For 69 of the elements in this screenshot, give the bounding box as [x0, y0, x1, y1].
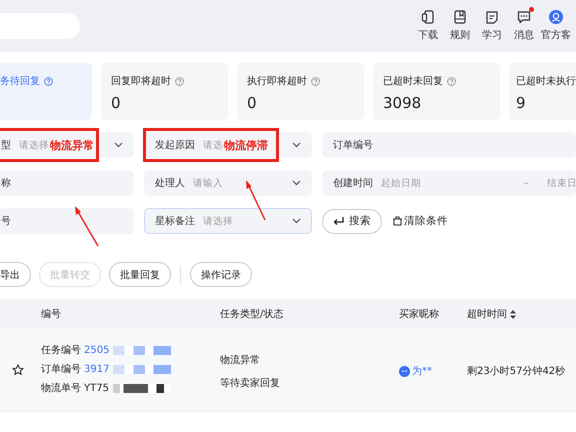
id-label: 物流单号 — [41, 382, 81, 395]
document-icon[interactable] — [485, 10, 499, 24]
search-button[interactable]: 搜索 — [322, 208, 382, 234]
stat-value: 0 — [111, 94, 122, 112]
star-icon[interactable] — [12, 364, 24, 376]
input-field[interactable]: 号 — [0, 208, 134, 234]
id-label: 订单编号 — [41, 362, 81, 376]
column-header: 编号 — [41, 308, 61, 321]
stat-card[interactable]: 回复即将超时 0 — [101, 63, 228, 120]
help-icon[interactable] — [311, 76, 320, 86]
buyer-name[interactable]: 为** — [412, 364, 432, 378]
nav-label[interactable]: 学习 — [482, 28, 502, 42]
book-icon[interactable] — [453, 10, 467, 24]
task-status: 等待卖家回复 — [220, 376, 280, 390]
stat-value: 0 — [247, 94, 258, 112]
chevron-down-icon[interactable] — [114, 142, 123, 148]
stat-label: 已超时未回复 — [383, 74, 443, 88]
action-button[interactable]: 批量回复 — [109, 262, 171, 287]
chat-icon[interactable] — [517, 10, 531, 24]
enter-icon — [333, 217, 344, 225]
support-agent-icon[interactable] — [549, 10, 563, 24]
stat-card[interactable]: 执行即将超时 0 — [237, 63, 364, 120]
stat-label: 执行即将超时 — [247, 74, 307, 88]
stat-label: 回复即将超时 — [111, 74, 171, 88]
action-button[interactable]: 操作记录 — [190, 262, 252, 287]
chevron-down-icon[interactable] — [292, 218, 301, 224]
date-range-field[interactable]: 创建时间 起始日期 – 结束日 — [322, 170, 576, 196]
redaction-blur — [112, 384, 171, 392]
trash-icon — [393, 216, 402, 226]
annotation-label: 物流停滞 — [224, 138, 268, 152]
nav-label[interactable]: 规则 — [450, 28, 470, 42]
annotation-arrow — [246, 180, 266, 220]
column-header: 超时时间 — [467, 307, 516, 321]
input-field[interactable]: 订单编号 — [322, 132, 576, 158]
task-type: 物流异常 — [220, 354, 261, 367]
chevron-down-icon[interactable] — [292, 142, 301, 148]
clear-button[interactable]: 清除条件 — [393, 214, 448, 228]
chevron-down-icon[interactable] — [292, 180, 301, 186]
select-field[interactable]: 处理人 请输入 — [144, 170, 312, 196]
id-link[interactable]: 2505 — [84, 344, 110, 356]
nav-label[interactable]: 消息 — [514, 28, 534, 42]
nav-label[interactable]: 下载 — [418, 28, 438, 42]
avatar-icon — [399, 366, 410, 376]
sort-icon[interactable] — [510, 310, 516, 318]
stat-card[interactable]: 已超时未回复 3098 — [373, 63, 500, 120]
input-field[interactable]: 称 — [0, 170, 134, 196]
redaction-blur — [113, 346, 172, 354]
help-icon[interactable] — [447, 76, 456, 86]
stat-card[interactable]: 务待回复 — [0, 63, 92, 120]
redaction-blur — [113, 364, 172, 374]
stat-label: 务待回复 — [0, 74, 40, 88]
stat-card[interactable]: 已超时未执行 9 — [509, 63, 576, 120]
column-header: 买家昵称 — [399, 308, 439, 321]
annotation-arrow — [75, 206, 99, 246]
stat-label: 已超时未执行 — [516, 74, 576, 88]
nav-label[interactable]: 官方客 — [541, 28, 571, 42]
timeout-text: 剩23小时57分钟42秒 — [467, 364, 566, 378]
column-header: 任务类型/状态 — [220, 308, 284, 321]
select-field[interactable]: 星标备注 请选择 — [144, 208, 312, 234]
stat-value: 3098 — [383, 94, 422, 112]
phone-icon[interactable] — [421, 10, 435, 24]
annotation-label: 物流异常 — [50, 138, 94, 152]
stat-value: 9 — [516, 94, 527, 112]
id-label: 任务编号 — [41, 344, 81, 357]
id-link[interactable]: 3917 — [84, 364, 110, 374]
help-icon[interactable] — [175, 76, 184, 86]
id-value: YT75 — [84, 382, 109, 394]
help-icon[interactable] — [44, 76, 53, 86]
action-button[interactable]: 导出 — [0, 262, 31, 287]
